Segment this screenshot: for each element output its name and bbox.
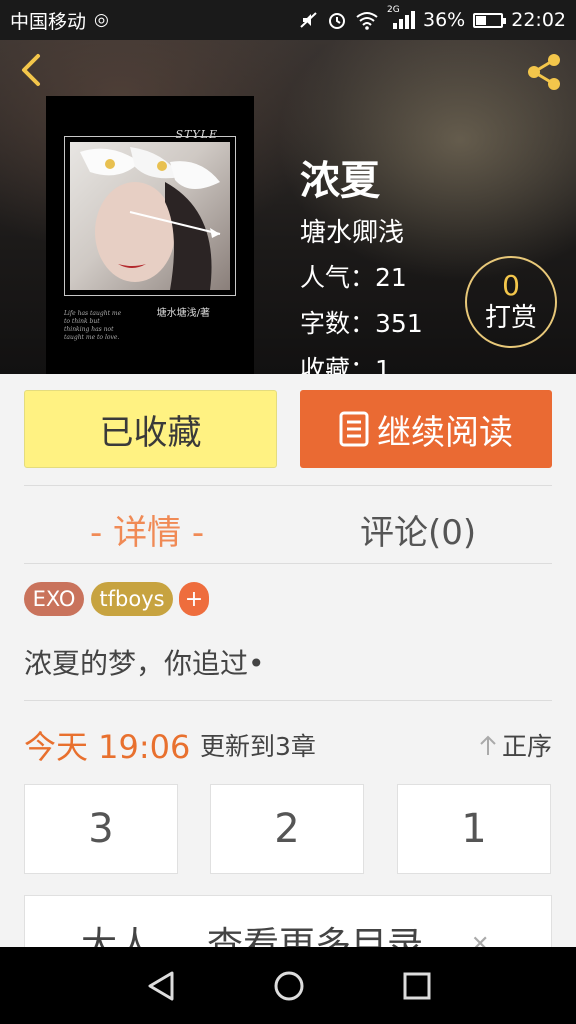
mute-icon bbox=[300, 12, 317, 28]
book-header: STYLE 塘水塘浅/著 Life has taught me to think bbox=[0, 40, 576, 374]
nav-home-icon[interactable] bbox=[270, 967, 308, 1005]
cover-frame bbox=[64, 136, 236, 296]
cover-illustration bbox=[80, 147, 221, 290]
system-nav-bar bbox=[0, 947, 576, 1024]
hotspot-icon: ◎ bbox=[94, 10, 109, 30]
status-bar: 中国移动 ◎ 2G 36% 22:02 bbox=[0, 0, 576, 40]
book-cover[interactable]: STYLE 塘水塘浅/著 Life has taught me to think bbox=[46, 96, 254, 374]
cover-image bbox=[70, 142, 230, 290]
reward-label: 打赏 bbox=[484, 303, 537, 333]
book-title: 浓夏 bbox=[300, 158, 380, 204]
carrier-name: 中国移动 bbox=[10, 10, 87, 33]
popularity-value: 21 bbox=[375, 263, 407, 292]
cover-author-text: 塘水塘浅/著 bbox=[156, 308, 210, 319]
tab-comments[interactable]: 评论(0) bbox=[360, 505, 476, 553]
reward-button[interactable]: 0 打赏 bbox=[465, 256, 557, 348]
signal-icon bbox=[393, 11, 415, 29]
chapter-box[interactable]: 1 bbox=[397, 784, 551, 874]
book-description: 浓夏的梦，你追过• bbox=[24, 647, 265, 680]
add-tag-button[interactable]: + bbox=[179, 582, 209, 616]
clock: 22:02 bbox=[511, 9, 566, 31]
reward-count: 0 bbox=[502, 269, 520, 302]
arrow-up-icon bbox=[480, 735, 496, 755]
nav-back-icon[interactable] bbox=[142, 967, 180, 1005]
battery-icon bbox=[473, 12, 507, 28]
word-count-label: 字数： bbox=[300, 309, 376, 338]
favorited-label: 已收藏 bbox=[99, 412, 202, 453]
favorites-stat: 收藏：1 bbox=[300, 350, 391, 374]
divider bbox=[24, 563, 552, 564]
sort-label: 正序 bbox=[501, 732, 552, 761]
tab-details[interactable]: - 详情 - bbox=[90, 505, 204, 553]
word-count-value: 351 bbox=[375, 309, 423, 338]
sort-order-button[interactable]: 正序 bbox=[478, 727, 552, 763]
chapter-box[interactable]: 3 bbox=[24, 784, 178, 874]
cover-quote-text: Life has taught me to think but thinking… bbox=[64, 310, 122, 341]
divider bbox=[24, 700, 552, 701]
divider bbox=[24, 485, 552, 486]
tag-exo[interactable]: EXO bbox=[24, 582, 84, 616]
update-status: 更新到3章 bbox=[200, 732, 316, 761]
wifi-icon bbox=[356, 12, 378, 30]
update-time: 今天 19:06 bbox=[24, 728, 191, 766]
battery-percent: 36% bbox=[423, 9, 466, 31]
popularity-stat: 人气：21 bbox=[300, 258, 407, 294]
tag-tfboys[interactable]: tfboys bbox=[91, 582, 173, 616]
favorites-value: 1 bbox=[375, 355, 391, 374]
book-author[interactable]: 塘水卿浅 bbox=[300, 212, 404, 249]
nav-recent-apps-icon[interactable] bbox=[398, 967, 436, 1005]
popularity-label: 人气： bbox=[300, 263, 376, 292]
favorited-button[interactable]: 已收藏 bbox=[24, 390, 277, 468]
word-count-stat: 字数：351 bbox=[300, 304, 423, 340]
book-icon bbox=[339, 411, 369, 447]
continue-reading-button[interactable]: 继续阅读 bbox=[300, 390, 552, 468]
share-icon[interactable] bbox=[522, 50, 566, 94]
favorites-label: 收藏： bbox=[300, 355, 376, 374]
chapter-box[interactable]: 2 bbox=[210, 784, 364, 874]
continue-reading-label: 继续阅读 bbox=[377, 412, 513, 453]
alarm-icon bbox=[329, 13, 345, 29]
back-arrow-icon[interactable] bbox=[14, 50, 50, 90]
